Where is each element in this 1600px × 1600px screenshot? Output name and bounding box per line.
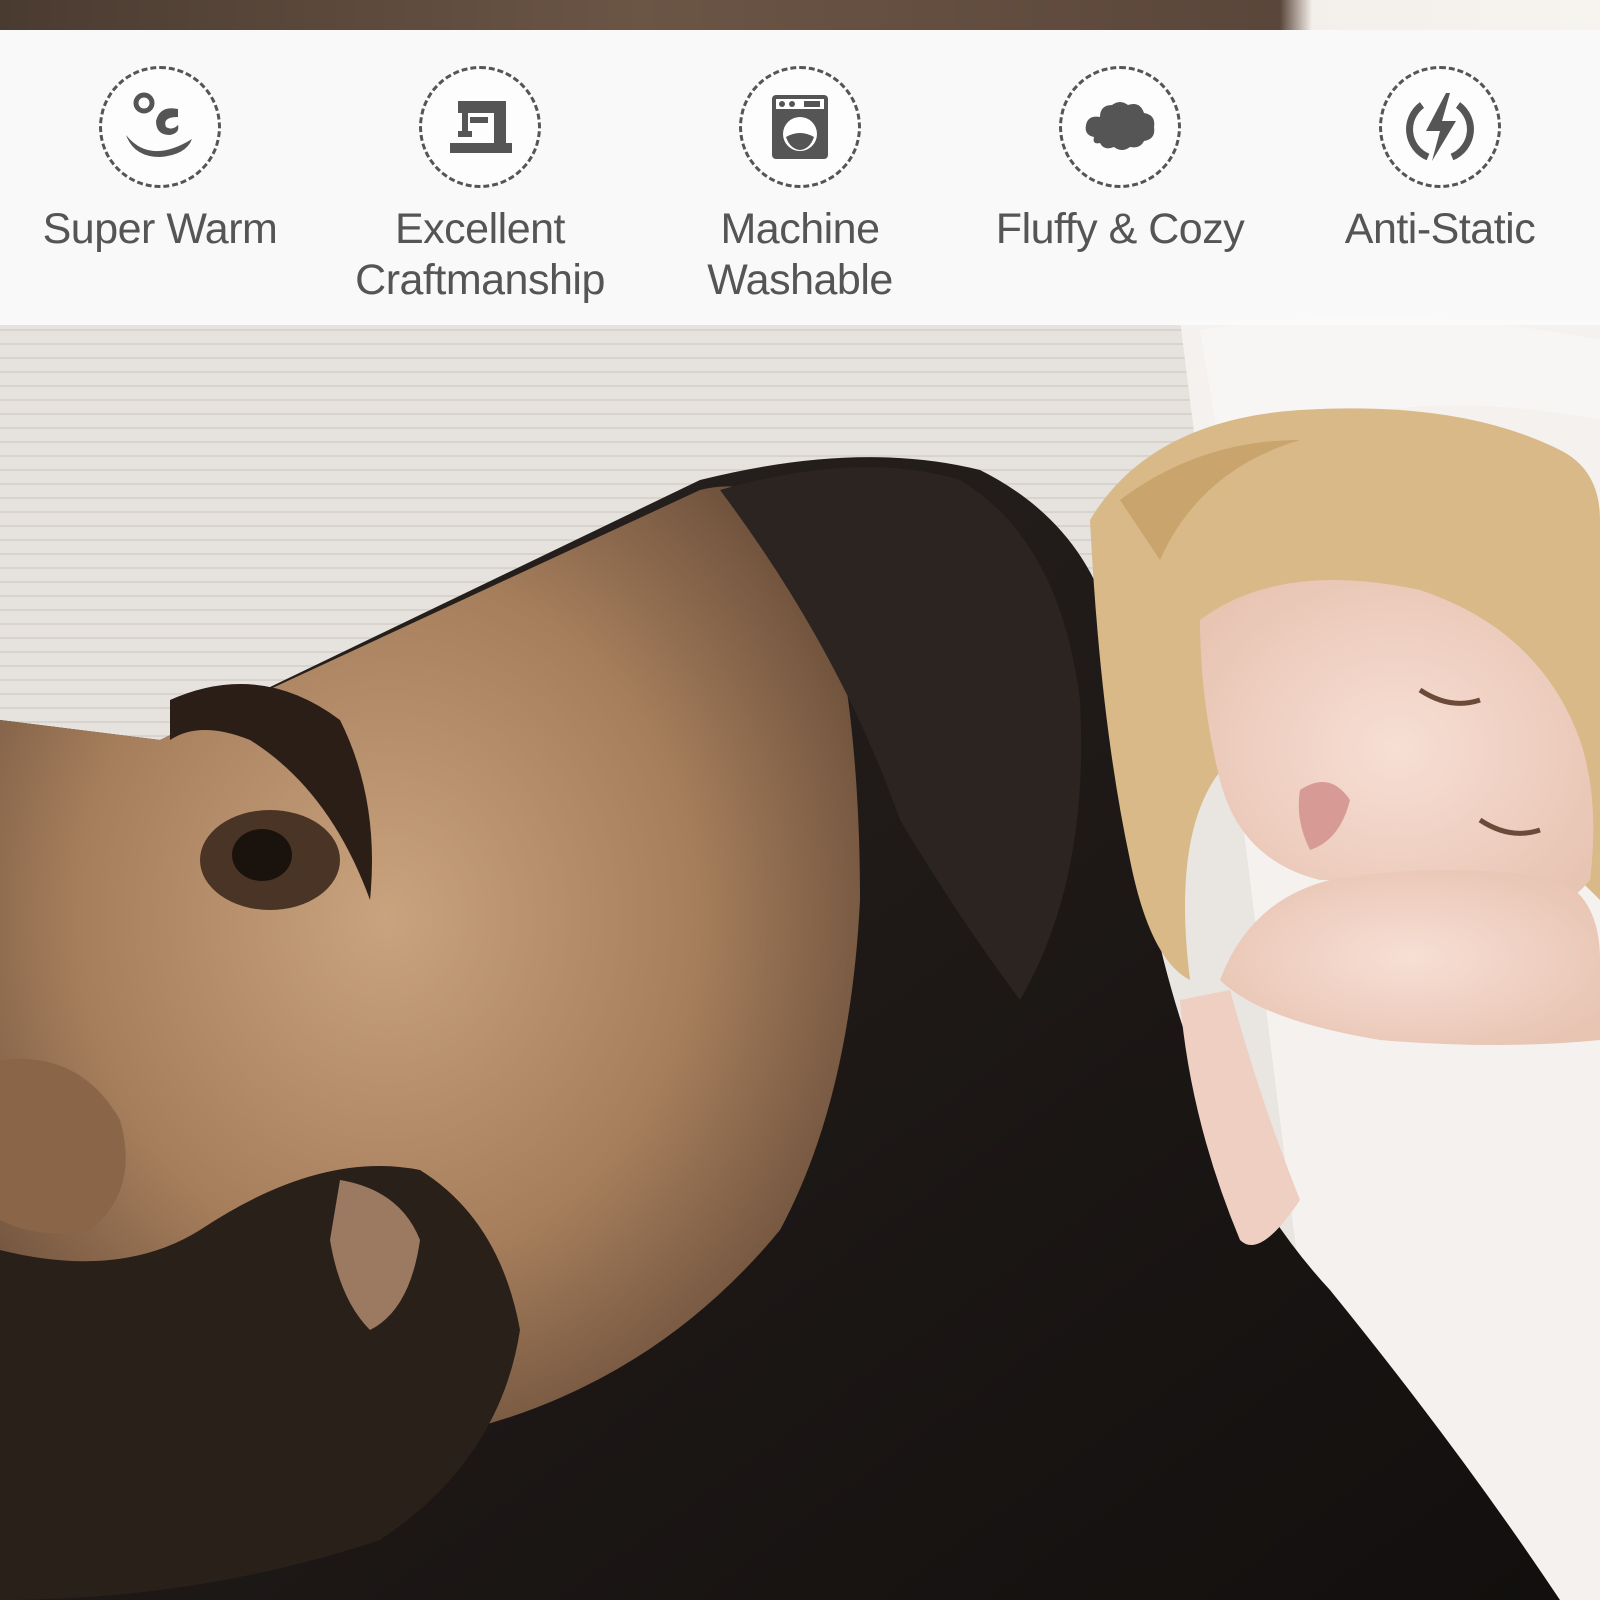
warmth-icon (126, 92, 192, 157)
feature-label: Anti-Static (1344, 205, 1536, 253)
feature-badge (419, 66, 541, 188)
sewing-machine-icon (450, 101, 512, 153)
lightning-bolt-icon (1406, 93, 1474, 161)
background-strip (0, 0, 1600, 30)
feature-super-warm: Super Warm (20, 30, 300, 325)
feature-label: Super Warm (42, 205, 278, 253)
feature-fluffy-cozy: Fluffy & Cozy (980, 30, 1260, 325)
feature-badge (99, 66, 221, 188)
feature-machine-washable: Machine Washable (660, 30, 940, 325)
washing-machine-icon (772, 95, 828, 159)
feature-badge (1059, 66, 1181, 188)
feature-badge (1379, 66, 1501, 188)
feature-label: Excellent Craftmanship (355, 205, 605, 304)
feature-badge (739, 66, 861, 188)
features-band: Super Warm Excellent Craftmanship Machin… (0, 30, 1600, 325)
feature-label: Fluffy & Cozy (995, 205, 1245, 253)
feature-label: Machine Washable (707, 205, 893, 304)
feature-excellent-craftmanship: Excellent Craftmanship (340, 30, 620, 325)
feature-anti-static: Anti-Static (1300, 30, 1580, 325)
cloud-icon (1085, 102, 1155, 150)
product-photo: Super Warm Excellent Craftmanship Machin… (0, 0, 1600, 1600)
